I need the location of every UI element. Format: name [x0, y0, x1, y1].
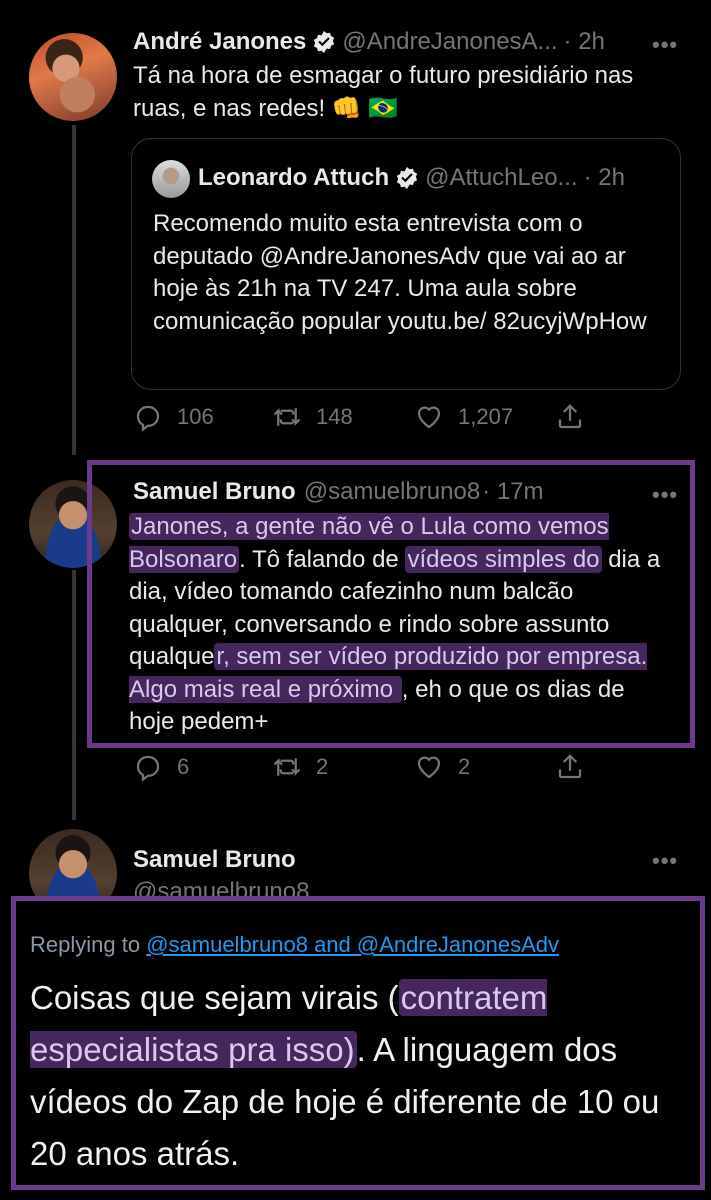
quoted-avatar	[152, 160, 190, 198]
tweet-text: Tá na hora de esmagar o futuro presidiár…	[133, 62, 634, 122]
reply-icon	[136, 405, 160, 432]
quoted-text: Recomendo muito esta entrevista com o de…	[153, 210, 647, 335]
heart-icon	[417, 406, 441, 429]
author-name[interactable]: André Janones	[133, 28, 306, 56]
quoted-header: Leonardo Attuch @AttuchLeo... · 2h	[198, 164, 625, 192]
quoted-author-name: Leonardo Attuch	[198, 164, 390, 191]
more-options-icon[interactable]: •••	[652, 482, 678, 508]
thread-line	[72, 125, 76, 455]
tweet-header: Samuel Bruno @samuelbruno8 · 17m	[133, 478, 544, 506]
like-button[interactable]: 1,207	[414, 402, 513, 432]
retweet-count: 148	[316, 404, 353, 429]
retweet-button[interactable]: 2	[272, 752, 328, 782]
verified-badge-icon	[397, 167, 418, 189]
quoted-handle: @AttuchLeo...	[425, 164, 578, 191]
more-options-icon[interactable]: •••	[652, 848, 678, 874]
thread-line	[72, 570, 76, 820]
like-button[interactable]: 2	[414, 752, 470, 782]
mention-link[interactable]: @AndreJanonesAdv	[357, 932, 559, 957]
share-button[interactable]	[555, 402, 599, 432]
heart-icon	[417, 756, 441, 779]
retweet-button[interactable]: 148	[272, 402, 353, 432]
retweet-icon	[273, 758, 301, 776]
quoted-timestamp: · 2h	[583, 164, 625, 191]
replying-to: Replying to @samuelbruno8 and @AndreJano…	[30, 932, 559, 958]
tweet-text: Coisas que sejam virais (contratem espec…	[30, 972, 690, 1180]
share-icon	[558, 754, 582, 779]
reply-icon	[136, 755, 160, 782]
author-handle[interactable]: @AndreJanonesA...	[342, 28, 557, 56]
replying-and: and	[307, 932, 357, 957]
reply-button[interactable]: 106	[133, 402, 214, 432]
text-segment: . Tô falando de	[239, 545, 406, 573]
replying-prefix: Replying to	[30, 932, 147, 957]
share-icon	[558, 404, 582, 429]
retweet-icon	[273, 408, 301, 426]
avatar[interactable]	[29, 33, 117, 121]
timestamp[interactable]: · 2h	[564, 28, 605, 56]
highlighted-text: vídeos simples do	[405, 545, 602, 573]
reply-count: 106	[177, 404, 214, 429]
author-name[interactable]: Samuel Bruno	[133, 846, 296, 874]
share-button[interactable]	[555, 752, 599, 782]
text-segment: Coisas que sejam virais (	[30, 979, 399, 1016]
reply-count: 6	[177, 754, 190, 779]
timestamp[interactable]: · 17m	[482, 478, 543, 506]
mention-link[interactable]: @samuelbruno8	[146, 932, 308, 957]
verified-badge-icon	[314, 31, 335, 53]
author-handle[interactable]: @samuelbruno8	[304, 478, 480, 506]
tweet-header: André Janones @AndreJanonesA... · 2h	[133, 28, 605, 56]
like-count: 2	[458, 754, 471, 779]
reply-button[interactable]: 6	[133, 752, 189, 782]
retweet-count: 2	[316, 754, 329, 779]
like-count: 1,207	[458, 404, 514, 429]
more-options-icon[interactable]: •••	[652, 32, 678, 58]
author-name[interactable]: Samuel Bruno	[133, 478, 296, 506]
tweet-text: Janones, a gente não vê o Lula como vemo…	[129, 511, 669, 739]
